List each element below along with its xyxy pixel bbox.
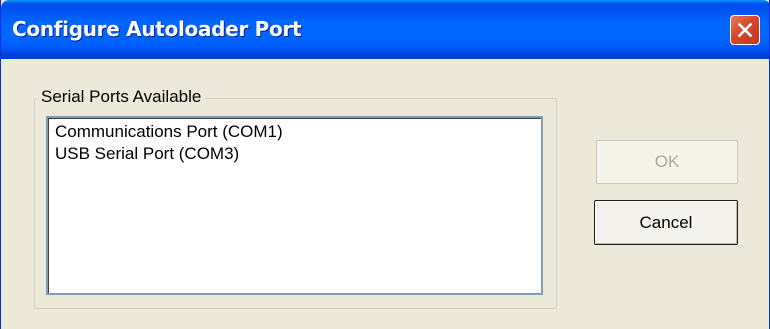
window-title: Configure Autoloader Port [12, 17, 302, 41]
close-button[interactable] [730, 15, 760, 45]
title-bar[interactable]: Configure Autoloader Port [1, 0, 769, 59]
list-item-com3[interactable]: USB Serial Port (COM3) [55, 143, 239, 165]
close-icon [737, 22, 753, 38]
dialog-window: Configure Autoloader Port Serial Ports A… [0, 0, 770, 329]
list-item-com1[interactable]: Communications Port (COM1) [55, 121, 283, 143]
serial-ports-group-label: Serial Ports Available [37, 86, 206, 108]
ok-button[interactable]: OK [596, 140, 738, 184]
cancel-button[interactable]: Cancel [594, 200, 738, 245]
serial-ports-listbox[interactable]: Communications Port (COM1) USB Serial Po… [46, 116, 543, 295]
